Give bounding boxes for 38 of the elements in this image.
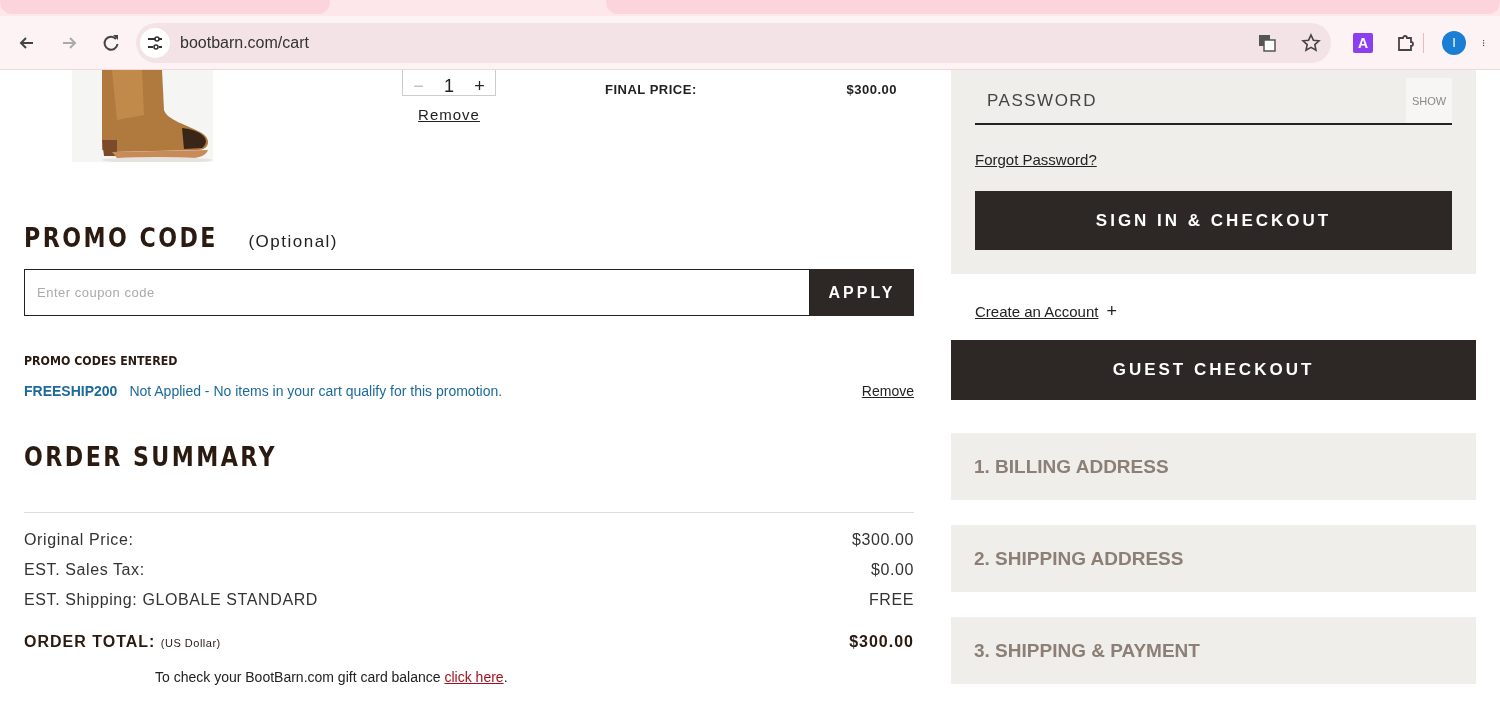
- increase-button[interactable]: +: [474, 77, 485, 95]
- forgot-password-link[interactable]: Forgot Password?: [975, 151, 1097, 168]
- sign-in-checkout-button[interactable]: SIGN IN & CHECKOUT: [975, 191, 1452, 250]
- profile-avatar[interactable]: I: [1442, 30, 1466, 55]
- remove-link[interactable]: Remove: [418, 106, 480, 123]
- apply-button[interactable]: APPLY: [810, 269, 914, 316]
- summary-label: EST. Shipping: GLOBALE STANDARD: [24, 591, 318, 610]
- gift-card-note: To check your BootBarn.com gift card balance click here.: [155, 669, 509, 685]
- translate-icon[interactable]: [1257, 32, 1277, 53]
- plus-icon[interactable]: +: [1106, 301, 1117, 322]
- final-price-label: FINAL PRICE:: [605, 82, 697, 98]
- puzzle-icon[interactable]: [1395, 32, 1415, 53]
- quantity-value: 1: [444, 77, 454, 95]
- password-field[interactable]: PASSWORD: [975, 78, 1406, 123]
- final-price-value: $300.00: [846, 82, 897, 98]
- site-settings-icon[interactable]: [140, 27, 170, 58]
- quantity-stepper[interactable]: − 1 +: [402, 70, 496, 96]
- promo-code-heading: PROMO CODE: [24, 222, 218, 253]
- remove-promo-link[interactable]: Remove: [861, 383, 914, 399]
- promo-status-message: Not Applied - No items in your cart qualify for this promotion.: [129, 383, 504, 399]
- summary-value: $0.00: [870, 561, 914, 580]
- create-account-link[interactable]: Create an Account: [975, 303, 1099, 320]
- summary-value: $300.00: [851, 531, 914, 550]
- promo-code: FREESHIP200: [24, 383, 118, 399]
- order-total-label: ORDER TOTAL:: [24, 633, 156, 650]
- summary-label: EST. Sales Tax:: [24, 561, 145, 580]
- order-summary-heading: ORDER SUMMARY: [24, 441, 279, 472]
- order-total-value: $300.00: [849, 633, 914, 651]
- promo-codes-entered-heading: PROMO CODES ENTERED: [24, 353, 178, 368]
- optional-label: (Optional): [248, 232, 339, 252]
- guest-checkout-button[interactable]: GUEST CHECKOUT: [951, 340, 1476, 400]
- click-here-link[interactable]: click here: [444, 669, 504, 685]
- currency-note: (US Dollar): [160, 637, 221, 649]
- extension-icon[interactable]: A: [1353, 32, 1373, 53]
- summary-label: Original Price:: [24, 531, 134, 550]
- coupon-code-field[interactable]: Enter coupon code: [24, 269, 810, 316]
- summary-value: FREE: [868, 591, 914, 610]
- star-icon[interactable]: [1301, 32, 1321, 53]
